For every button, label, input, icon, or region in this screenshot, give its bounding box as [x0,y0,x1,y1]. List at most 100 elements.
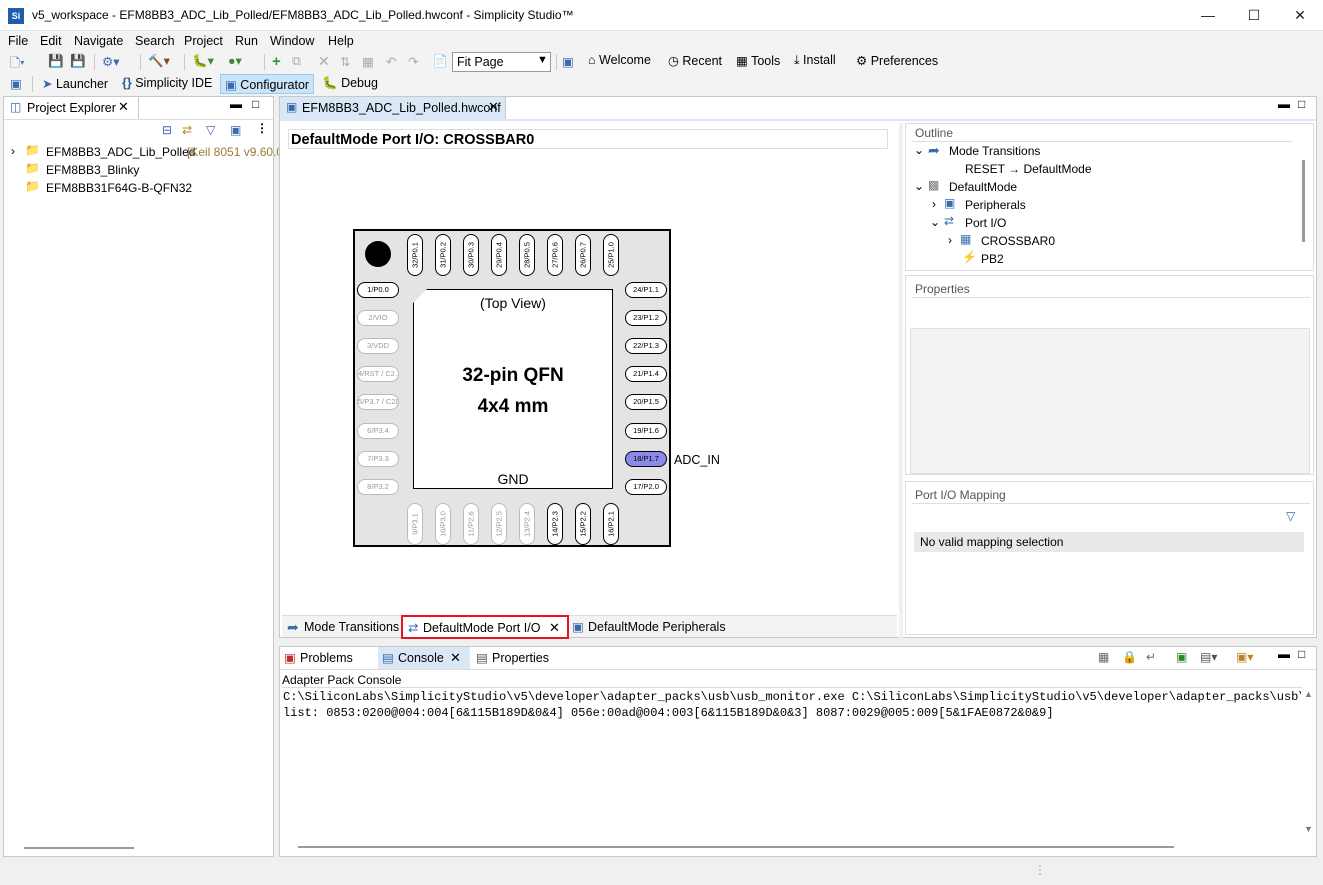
chip-icon[interactable]: ▣ [562,54,574,69]
pin-left-1[interactable]: 1/P0.0 [357,282,399,298]
pin-left-8[interactable]: 8/P3.2 [357,479,399,495]
pin-top-27[interactable]: 27/P0.6 [547,234,563,276]
close-icon[interactable]: ✕ [549,617,560,639]
word-wrap-icon[interactable]: ↵ [1146,650,1156,664]
menu-edit[interactable]: Edit [40,34,62,48]
link-icon[interactable]: ⇅ [340,54,350,69]
close-icon[interactable]: ✕ [118,99,129,115]
tab-hwconf[interactable]: ▣ EFM8BB3_ADC_Lib_Polled.hwconf ✕ [280,97,506,119]
pin-right-19[interactable]: 19/P1.6 [625,423,667,439]
tree-item-project[interactable]: › 📁 EFM8BB3_ADC_Lib_Polled [Keil 8051 v9… [4,143,283,161]
outline-peripherals[interactable]: Peripherals [965,198,1026,212]
pin-right-18-selected[interactable]: 18/P1.7 [625,451,667,467]
minimize-view-icon[interactable]: ▬ [1278,647,1290,661]
perspective-ide[interactable]: {} Simplicity IDE [122,76,212,90]
chevron-down-icon[interactable]: ⌄ [914,143,924,157]
vertical-scrollbar[interactable] [1302,160,1305,242]
pin-top-25[interactable]: 25/P1.0 [603,234,619,276]
pin-console-icon[interactable]: ▣ [1176,650,1187,664]
build-target-icon[interactable]: ⚙▾ [102,54,119,69]
menu-file[interactable]: File [8,34,28,48]
preferences-button[interactable]: ⚙ Preferences [856,53,938,68]
pin-right-21[interactable]: 21/P1.4 [625,366,667,382]
perspective-configurator[interactable]: ▣ Configurator [220,74,315,94]
tools-button[interactable]: ▦ Tools [736,53,780,68]
pin-left-5[interactable]: 5/P3.7 / C2D [357,394,399,410]
close-button[interactable]: ✕ [1277,0,1323,31]
filter-icon[interactable]: ▽ [206,123,215,137]
open-perspective-icon[interactable]: ▣ [10,76,22,91]
outline-crossbar0[interactable]: CROSSBAR0 [981,234,1055,248]
minimize-button[interactable]: — [1185,0,1231,31]
hammer-icon[interactable]: 🔨▾ [148,53,170,69]
pin-top-30[interactable]: 30/P0.3 [463,234,479,276]
outline-port-io[interactable]: Port I/O [965,216,1006,230]
pin-top-26[interactable]: 26/P0.7 [575,234,591,276]
undo-icon[interactable]: ↶ [386,54,396,69]
outline-pb2[interactable]: PB2 [981,252,1004,266]
pin-bottom-12[interactable]: 12/P2.5 [491,503,507,545]
page-icon[interactable]: 📄 [432,54,448,69]
focus-icon[interactable]: ▣ [230,123,241,137]
scroll-down-icon[interactable]: ▼ [1304,824,1313,834]
zoom-select[interactable]: Fit Page ▼ [452,52,551,72]
save-icon[interactable]: 💾 [48,54,64,69]
chevron-right-icon[interactable]: › [948,233,952,247]
redo-icon[interactable]: ↷ [408,54,418,69]
pin-left-6[interactable]: 6/P3.4 [357,423,399,439]
pin-bottom-16[interactable]: 16/P2.1 [603,503,619,545]
collapse-all-icon[interactable]: ⊟ [162,123,172,137]
tab-project-explorer[interactable]: ◫ Project Explorer ✕ [4,97,139,119]
pin-top-32[interactable]: 32/P0.1 [407,234,423,276]
link-editor-icon[interactable]: ⇄ [182,123,192,137]
tab-properties[interactable]: ▤ Properties [472,647,570,669]
run-icon[interactable]: ●▾ [228,53,242,68]
pin-bottom-13[interactable]: 13/P2.4 [519,503,535,545]
welcome-button[interactable]: ⌂ Welcome [588,53,651,67]
chevron-down-icon[interactable]: ⌄ [914,179,924,193]
new-icon[interactable]: 🗋▾ [10,54,25,75]
minimize-view-icon[interactable]: ▬ [1278,97,1290,111]
sash[interactable] [899,123,903,638]
pin-bottom-14[interactable]: 14/P2.3 [547,503,563,545]
grid-icon[interactable]: ▦ [362,54,374,69]
menu-run[interactable]: Run [235,34,258,48]
view-menu-icon[interactable]: ⋮ [256,121,268,135]
pin-bottom-9[interactable]: 9/P3.1 [407,503,423,545]
pin-right-23[interactable]: 23/P1.2 [625,310,667,326]
perspective-debug[interactable]: 🐛 Debug [322,76,378,91]
pin-bottom-11[interactable]: 11/P2.6 [463,503,479,545]
perspective-launcher[interactable]: ➤ Launcher [42,76,108,91]
copy-icon[interactable]: ⧉ [292,54,301,69]
pin-left-7[interactable]: 7/P3.3 [357,451,399,467]
filter-icon[interactable]: ▽ [1286,509,1295,523]
tab-mode-transitions[interactable]: ➦ Mode Transitions [284,616,399,638]
pin-bottom-15[interactable]: 15/P2.2 [575,503,591,545]
pin-top-29[interactable]: 29/P0.4 [491,234,507,276]
pin-left-2[interactable]: 2/VIO [357,310,399,326]
pin-left-4[interactable]: 4/RST / C2... [357,366,399,382]
menu-help[interactable]: Help [328,34,354,48]
menu-project[interactable]: Project [184,34,223,48]
pin-top-31[interactable]: 31/P0.2 [435,234,451,276]
chevron-down-icon[interactable]: ⌄ [930,215,940,229]
delete-icon[interactable]: ✕ [318,53,330,70]
tab-default-mode-peripherals[interactable]: ▣ DefaultMode Peripherals [568,616,726,638]
save-all-icon[interactable]: 💾 [70,54,86,69]
outline-mode-transitions[interactable]: Mode Transitions [949,144,1040,158]
horizontal-scrollbar[interactable] [298,846,1174,848]
maximize-view-icon[interactable]: □ [1298,647,1305,661]
outline-reset[interactable]: RESET → DefaultMode [965,162,1092,176]
close-icon[interactable]: ✕ [488,99,499,115]
menu-navigate[interactable]: Navigate [74,34,123,48]
clear-console-icon[interactable]: ▦ [1098,650,1109,664]
pin-bottom-10[interactable]: 10/P3.0 [435,503,451,545]
add-icon[interactable]: + [272,53,281,70]
scroll-lock-icon[interactable]: 🔒 [1122,650,1137,664]
tab-default-mode-port-io[interactable]: ⇄ DefaultMode Port I/O ✕ [401,615,569,639]
open-console-icon[interactable]: ▣▾ [1236,650,1253,664]
menu-window[interactable]: Window [270,34,314,48]
pin-left-3[interactable]: 3/VDD [357,338,399,354]
pin-top-28[interactable]: 28/P0.5 [519,234,535,276]
menu-search[interactable]: Search [135,34,175,48]
